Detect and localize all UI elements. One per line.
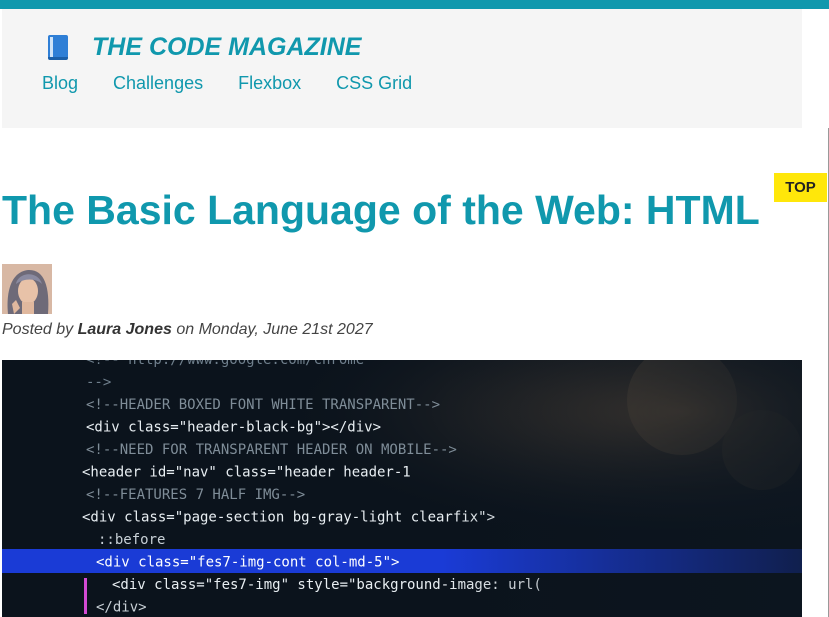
nav-link-css-grid[interactable]: CSS Grid	[336, 73, 412, 94]
blue-book-icon	[46, 34, 70, 61]
nav-link-challenges[interactable]: Challenges	[113, 73, 203, 94]
nav-link-flexbox[interactable]: Flexbox	[238, 73, 301, 94]
site-header: THE CODE MAGAZINE Blog Challenges Flexbo…	[2, 9, 802, 128]
author-avatar	[2, 264, 52, 314]
brand[interactable]: THE CODE MAGAZINE	[46, 33, 361, 62]
back-to-top-button[interactable]: TOP	[774, 173, 827, 202]
author-name: Laura Jones	[77, 321, 172, 338]
brand-title: THE CODE MAGAZINE	[92, 33, 362, 61]
post-title: The Basic Language of the Web: HTML	[2, 187, 760, 233]
post-byline: Posted by Laura Jones on Monday, June 21…	[2, 321, 373, 339]
main-nav: Blog Challenges Flexbox CSS Grid	[42, 73, 447, 94]
nav-link-blog[interactable]: Blog	[42, 73, 78, 94]
byline-prefix: Posted by	[2, 321, 74, 338]
post-hero-image: <!-- http://www.google.com/chrome--><!--…	[2, 360, 802, 617]
top-accent-bar	[0, 0, 829, 9]
post-date: Monday, June 21st 2027	[198, 321, 373, 338]
byline-on: on	[176, 321, 195, 338]
